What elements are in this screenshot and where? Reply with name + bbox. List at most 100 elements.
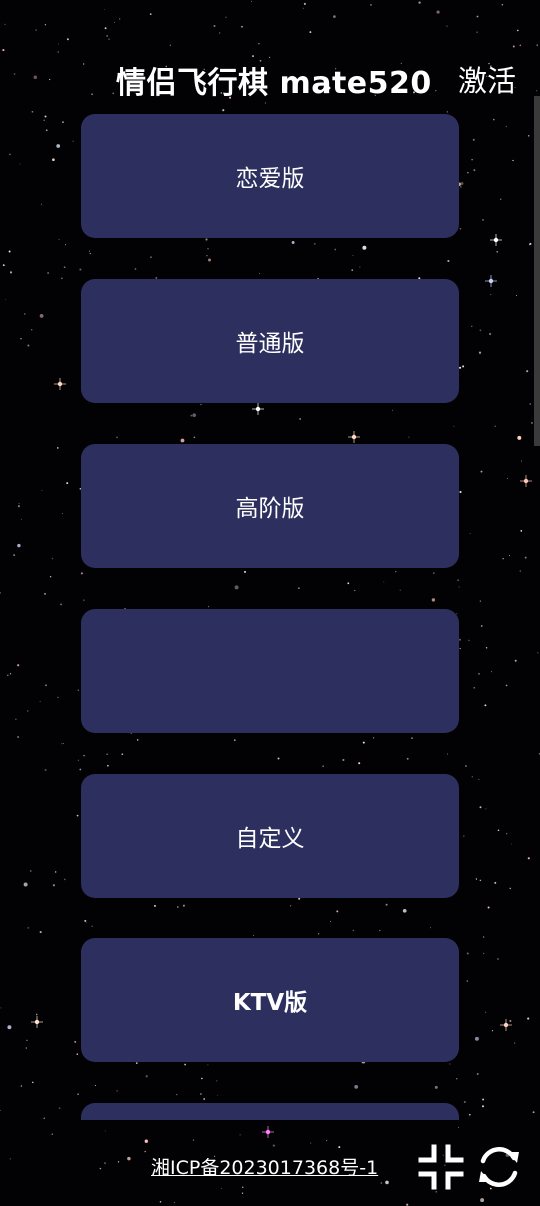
bright-star — [490, 234, 502, 246]
star — [512, 45, 515, 48]
mode-button-normal[interactable]: 普通版 — [81, 279, 459, 403]
mode-button-ktv[interactable]: KTV版 — [81, 938, 459, 1062]
star — [25, 1047, 28, 1049]
star — [527, 857, 530, 860]
star — [502, 557, 504, 560]
icp-record-link[interactable]: 湘ICP备2023017368号-1 — [151, 1153, 378, 1180]
star — [17, 543, 21, 548]
star — [241, 1192, 244, 1194]
star — [497, 829, 500, 832]
star — [61, 277, 63, 279]
star — [509, 887, 512, 890]
star — [471, 159, 473, 161]
star — [529, 403, 531, 405]
star — [485, 808, 487, 810]
star — [446, 111, 449, 113]
star — [490, 294, 492, 296]
star — [58, 238, 60, 240]
star — [5, 299, 7, 300]
activate-button[interactable]: 激活 — [458, 58, 516, 100]
star — [74, 1040, 77, 1043]
star — [251, 0, 253, 2]
star — [219, 32, 221, 34]
star — [149, 13, 152, 15]
mode-button-custom[interactable]: 自定义 — [81, 774, 459, 898]
star — [76, 814, 79, 817]
star — [13, 73, 16, 75]
star — [494, 425, 496, 427]
star — [56, 447, 59, 449]
star — [469, 532, 471, 535]
star — [108, 38, 110, 40]
star — [458, 1126, 460, 1128]
star — [478, 673, 480, 675]
star — [39, 700, 41, 702]
star — [225, 16, 227, 18]
star — [511, 843, 513, 845]
star — [505, 684, 508, 687]
bright-star — [262, 1126, 274, 1138]
star — [159, 1200, 162, 1203]
star — [239, 1134, 241, 1136]
star — [41, 203, 42, 205]
star — [13, 554, 15, 556]
star — [463, 835, 465, 837]
star — [0, 1007, 2, 1009]
star — [478, 778, 480, 780]
collapse-fullscreen-icon[interactable] — [418, 1144, 464, 1190]
star — [487, 906, 490, 909]
star — [77, 1093, 79, 1096]
star — [62, 513, 63, 515]
star — [532, 1111, 535, 1114]
game-mode-list[interactable]: 恋爱版 普通版 高阶版 自定义 KTV版 — [81, 114, 459, 1120]
star — [51, 1133, 53, 1135]
star — [242, 1186, 244, 1189]
mode-button-advanced[interactable]: 高阶版 — [81, 444, 459, 568]
star — [479, 879, 482, 882]
star — [144, 1139, 148, 1143]
star — [127, 1156, 131, 1161]
star — [483, 952, 485, 955]
star — [471, 776, 473, 778]
star — [33, 75, 38, 80]
star — [60, 603, 63, 606]
star — [26, 1039, 28, 1041]
star — [476, 1072, 479, 1076]
star — [44, 592, 46, 595]
star — [481, 1105, 485, 1108]
star — [18, 503, 20, 505]
star — [104, 27, 107, 30]
star — [536, 90, 538, 92]
mode-button-love[interactable]: 恋爱版 — [81, 114, 459, 238]
star — [491, 671, 492, 673]
star — [221, 1187, 223, 1189]
star — [476, 31, 478, 34]
star — [4, 23, 6, 26]
refresh-icon[interactable] — [476, 1144, 522, 1190]
star — [35, 1013, 38, 1016]
star — [519, 570, 522, 572]
star — [23, 882, 28, 887]
star — [517, 435, 522, 440]
star — [112, 92, 114, 95]
star — [406, 1203, 409, 1206]
star — [418, 1, 421, 4]
star — [519, 44, 522, 47]
star — [62, 121, 64, 123]
star — [0, 1109, 1, 1111]
star — [49, 78, 51, 81]
star — [17, 736, 20, 738]
star — [527, 1017, 530, 1020]
star — [516, 295, 518, 296]
star — [520, 460, 522, 462]
mode-button-partial[interactable] — [81, 1103, 459, 1120]
mode-button-blank[interactable] — [81, 609, 459, 733]
star — [509, 1019, 512, 1023]
star — [44, 115, 47, 118]
scroll-indicator[interactable] — [534, 96, 540, 446]
star — [52, 158, 55, 162]
star — [47, 272, 49, 274]
star — [63, 878, 66, 881]
star — [104, 1130, 106, 1132]
star — [241, 25, 243, 28]
